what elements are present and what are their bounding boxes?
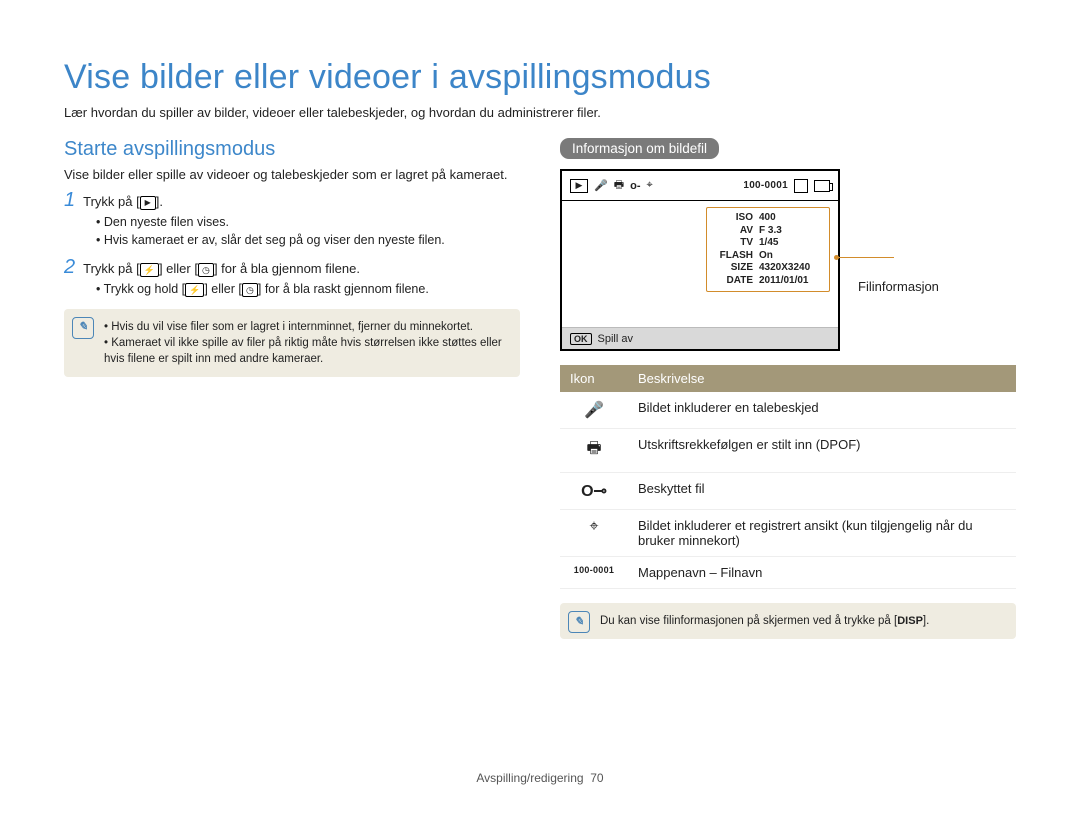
tip-post: ]. (923, 615, 929, 627)
info-val: F 3.3 (759, 225, 823, 238)
info-row: TV 1/45 (713, 237, 823, 250)
print-icon: 🖶 (614, 176, 624, 195)
face-icon: ⌖ (646, 179, 652, 192)
left-column: Starte avspillingsmodus Vise bilder elle… (64, 138, 520, 639)
timer-icon (198, 263, 214, 277)
info-key: SIZE (713, 262, 753, 275)
page-intro: Lær hvordan du spiller av bilder, videoe… (64, 105, 1016, 120)
face-icon: ⌖ (560, 510, 628, 557)
table-desc: Beskyttet fil (628, 473, 1016, 510)
step-1-b2: Hvis kameraet er av, slår det seg på og … (96, 232, 520, 250)
lcd-topbar: ▶ 🎤 🖶 o- ⌖ 100-0001 (562, 171, 838, 201)
timer-icon (242, 283, 258, 297)
table-row: 100-0001Mappenavn – Filnavn (560, 557, 1016, 589)
info-row: ISO 400 (713, 212, 823, 225)
footer-page: 70 (590, 771, 603, 785)
disp-tag: DISP (897, 615, 923, 627)
right-column: Informasjon om bildefil ▶ 🎤 🖶 o- ⌖ 100-0… (560, 138, 1016, 639)
info-key: FLASH (713, 250, 753, 263)
table-row: O⊸Beskyttet fil (560, 473, 1016, 510)
step-1-pre: Trykk på [ (83, 194, 140, 209)
voice-icon: 🎤 (560, 392, 628, 429)
th-desc: Beskrivelse (628, 365, 1016, 392)
note-icon: ✎ (72, 317, 94, 339)
tip-box: ✎ Du kan vise filinformasjonen på skjerm… (560, 603, 1016, 639)
callout-label: Filinformasjon (858, 279, 939, 294)
lcd-preview-wrapper: ▶ 🎤 🖶 o- ⌖ 100-0001 ISO400AVF 3.3TV1/45F… (560, 169, 1016, 351)
step-1-post: ]. (156, 194, 163, 209)
section-intro: Vise bilder eller spille av videoer og t… (64, 167, 520, 182)
step-2: 2 Trykk på [ ] eller [ ] for å bla gjennom… (64, 257, 520, 277)
step-2-pre: Trykk på [ (83, 261, 140, 276)
note-icon: ✎ (568, 611, 590, 633)
lock-icon: o- (630, 180, 640, 192)
step-2-mid: ] eller [ (159, 261, 198, 276)
lcd-preview: ▶ 🎤 🖶 o- ⌖ 100-0001 ISO400AVF 3.3TV1/45F… (560, 169, 840, 351)
info-row: FLASH On (713, 250, 823, 263)
step-2-sub-pre: Trykk og hold [ (104, 282, 186, 296)
table-desc: Utskriftsrekkefølgen er stilt inn (DPOF) (628, 429, 1016, 473)
print-icon: 🖶 (560, 429, 628, 473)
step-1: 1 Trykk på []. (64, 190, 520, 210)
callout-line (838, 257, 894, 258)
note-1: Hvis du vil vise filer som er lagret i i… (104, 319, 506, 335)
info-val: 1/45 (759, 237, 823, 250)
th-icon: Ikon (560, 365, 628, 392)
page-footer: Avspilling/redigering 70 (0, 771, 1080, 785)
step-1-b1: Den nyeste filen vises. (96, 214, 520, 232)
step-2-sub: Trykk og hold [ ] eller [ ] for å bla rask… (96, 281, 520, 299)
flash-icon (185, 283, 204, 297)
step-2-text: Trykk på [ ] eller [ ] for å bla gjennom f… (83, 261, 360, 277)
play-mode-icon: ▶ (570, 179, 588, 193)
info-val: 2011/01/01 (759, 275, 823, 288)
info-key: DATE (713, 275, 753, 288)
battery-icon (814, 180, 830, 192)
play-icon (140, 196, 156, 210)
info-val: 4320X3240 (759, 262, 823, 275)
lcd-info-card: ISO400AVF 3.3TV1/45FLASHOnSIZE4320X3240D… (706, 207, 830, 292)
info-val: 400 (759, 212, 823, 225)
lcd-filenum: 100-0001 (743, 180, 788, 191)
note-box: ✎ Hvis du vil vise filer som er lagret i… (64, 309, 520, 377)
info-val: On (759, 250, 823, 263)
step-2-post: ] for å bla gjennom filene. (214, 261, 360, 276)
voice-icon: 🎤 (594, 179, 608, 192)
lcd-play-label: Spill av (598, 333, 633, 345)
table-row: 🖶Utskriftsrekkefølgen er stilt inn (DPOF… (560, 429, 1016, 473)
table-row: 🎤Bildet inkluderer en talebeskjed (560, 392, 1016, 429)
info-key: TV (713, 237, 753, 250)
tip-pre: Du kan vise filinformasjonen på skjermen… (600, 615, 897, 627)
info-row: DATE 2011/01/01 (713, 275, 823, 288)
page-title: Vise bilder eller videoer i avspillingsm… (64, 58, 1016, 97)
table-desc: Mappenavn – Filnavn (628, 557, 1016, 589)
footer-section: Avspilling/redigering (476, 771, 583, 785)
step-2-bullets: Trykk og hold [ ] eller [ ] for å bla rask… (96, 281, 520, 299)
lock-icon: O⊸ (560, 473, 628, 510)
section-heading: Starte avspillingsmodus (64, 138, 520, 161)
lcd-bottombar: OK Spill av (562, 327, 838, 349)
step-2-sub-post: ] for å bla raskt gjennom filene. (258, 282, 429, 296)
card-icon (794, 179, 808, 193)
step-number: 2 (64, 257, 75, 277)
icon-table: Ikon Beskrivelse 🎤Bildet inkluderer en t… (560, 365, 1016, 589)
ok-icon: OK (570, 333, 592, 345)
info-key: AV (713, 225, 753, 238)
filenum-icon: 100-0001 (560, 557, 628, 589)
step-2-sub-mid: ] eller [ (204, 282, 242, 296)
table-desc: Bildet inkluderer et registrert ansikt (… (628, 510, 1016, 557)
table-row: ⌖Bildet inkluderer et registrert ansikt … (560, 510, 1016, 557)
step-number: 1 (64, 190, 75, 210)
step-1-bullets: Den nyeste filen vises. Hvis kameraet er… (96, 214, 520, 249)
section-label: Informasjon om bildefil (560, 138, 719, 159)
table-desc: Bildet inkluderer en talebeskjed (628, 392, 1016, 429)
note-2: Kameraet vil ikke spille av filer på rik… (104, 335, 506, 367)
flash-icon (140, 263, 159, 277)
info-key: ISO (713, 212, 753, 225)
info-row: AV F 3.3 (713, 225, 823, 238)
info-row: SIZE 4320X3240 (713, 262, 823, 275)
step-1-text: Trykk på []. (83, 194, 163, 210)
